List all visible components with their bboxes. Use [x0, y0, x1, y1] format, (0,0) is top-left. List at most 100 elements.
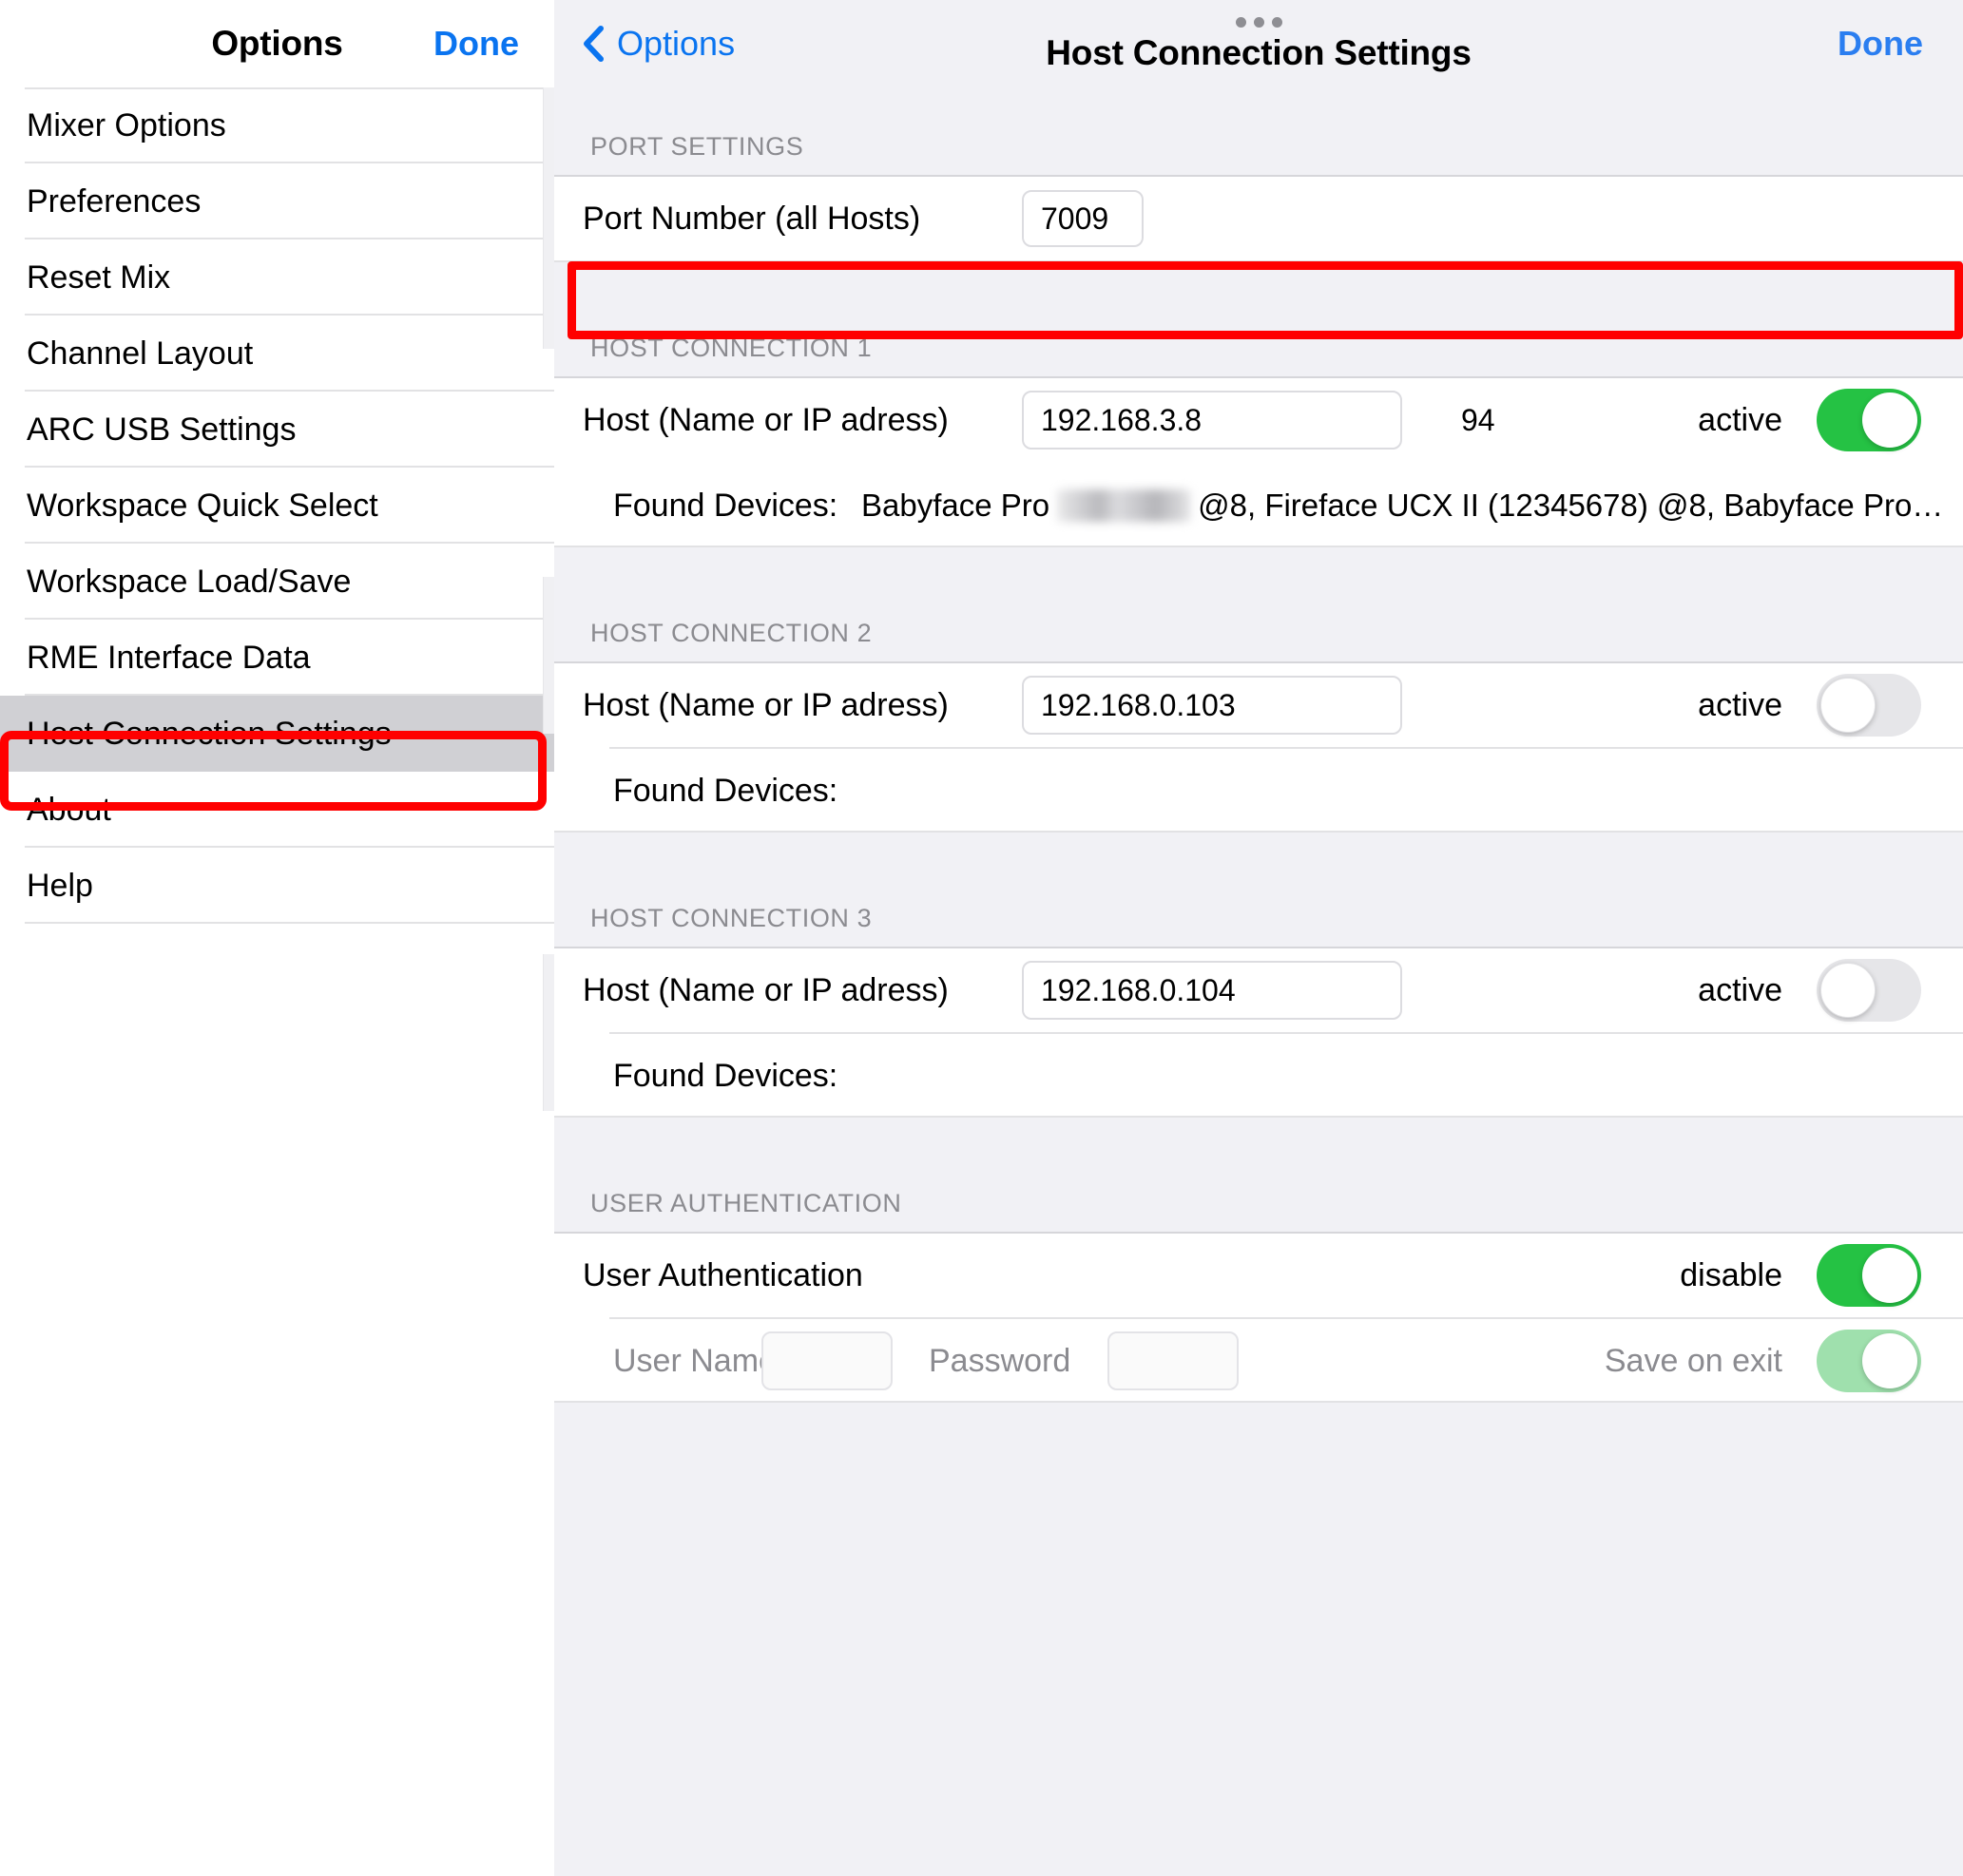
user-authentication-toggle[interactable]	[1817, 1244, 1921, 1307]
sidebar-item-about[interactable]: About	[0, 772, 554, 848]
found-devices-3-label: Found Devices:	[613, 1057, 838, 1094]
save-on-exit-toggle[interactable]	[1817, 1330, 1921, 1392]
sidebar-item-reset-mix[interactable]: Reset Mix	[0, 239, 554, 316]
toggle-knob	[1862, 392, 1917, 448]
row-host-3: Host (Name or IP adress) 192.168.0.104 a…	[554, 947, 1963, 1034]
redacted-serial	[1057, 489, 1191, 522]
found-devices-1-prefix: Babyface Pro	[861, 488, 1050, 523]
sidebar-done-button[interactable]: Done	[433, 24, 519, 64]
main-done-button[interactable]: Done	[1838, 24, 1923, 64]
divider	[554, 1116, 1963, 1118]
toggle-knob	[1820, 963, 1876, 1018]
toggle-knob	[1862, 1248, 1917, 1303]
sidebar-item-label: Host Connection Settings	[27, 715, 392, 752]
host-connection-settings-panel: Options Host Connection Settings Done PO…	[554, 0, 1963, 1876]
section-header-host-connection-1: HOST CONNECTION 1	[554, 262, 1963, 376]
sidebar-scroll-indicator[interactable]	[543, 577, 554, 734]
sidebar-item-label: RME Interface Data	[27, 639, 311, 676]
sidebar-header: Options Done	[0, 0, 554, 87]
host-3-active-toggle[interactable]	[1817, 959, 1921, 1022]
sidebar-item-label: Mixer Options	[27, 106, 226, 144]
save-on-exit-label: Save on exit	[1604, 1342, 1782, 1379]
section-header-host-connection-3: HOST CONNECTION 3	[554, 833, 1963, 947]
sidebar-item-arc-usb-settings[interactable]: ARC USB Settings	[0, 392, 554, 468]
divider	[554, 546, 1963, 547]
sidebar-item-label: Help	[27, 867, 93, 904]
sidebar-item-help[interactable]: Help	[0, 848, 554, 924]
divider	[554, 831, 1963, 833]
sidebar-item-host-connection-settings[interactable]: Host Connection Settings	[0, 696, 554, 772]
divider	[554, 661, 1963, 663]
sidebar-list: Mixer Options Preferences Reset Mix Chan…	[0, 87, 554, 924]
host-2-active-label: active	[1698, 686, 1782, 723]
sidebar-item-channel-layout[interactable]: Channel Layout	[0, 316, 554, 392]
row-credentials: User Name Password Save on exit	[554, 1319, 1963, 1403]
app-root: Options Done Mixer Options Preferences R…	[0, 0, 1963, 1876]
host-3-active-label: active	[1698, 971, 1782, 1008]
grabber-dot	[1235, 16, 1246, 28]
row-found-devices-3: Found Devices:	[554, 1034, 1963, 1118]
sidebar-item-workspace-load-save[interactable]: Workspace Load/Save	[0, 544, 554, 620]
found-devices-1-suffix: @8, Fireface UCX II (12345678) @8, Babyf…	[1198, 488, 1944, 523]
divider	[554, 947, 1963, 948]
grabber-dots-icon[interactable]	[1235, 16, 1282, 28]
row-found-devices-2: Found Devices:	[554, 749, 1963, 833]
password-input[interactable]	[1107, 1331, 1239, 1390]
main-header: Options Host Connection Settings Done	[554, 0, 1963, 87]
options-sidebar: Options Done Mixer Options Preferences R…	[0, 0, 554, 1876]
divider	[554, 260, 1963, 262]
divider	[554, 1401, 1963, 1403]
port-number-label: Port Number (all Hosts)	[583, 200, 921, 237]
section-header-port-settings: PORT SETTINGS	[554, 87, 1963, 175]
found-devices-2-label: Found Devices:	[613, 772, 838, 809]
sidebar-item-label: Reset Mix	[27, 258, 171, 296]
sidebar-item-label: Preferences	[27, 182, 202, 220]
host-3-input[interactable]: 192.168.0.104	[1022, 961, 1402, 1020]
host-2-label: Host (Name or IP adress)	[583, 686, 949, 723]
password-label: Password	[929, 1342, 1071, 1379]
row-host-1: Host (Name or IP adress) 192.168.3.8 94 …	[554, 376, 1963, 464]
sidebar-item-label: Workspace Quick Select	[27, 487, 378, 524]
sidebar-item-label: Channel Layout	[27, 335, 254, 372]
host-1-active-toggle[interactable]	[1817, 389, 1921, 451]
row-found-devices-1: Found Devices: Babyface Pro @8, Fireface …	[554, 464, 1963, 547]
section-header-host-connection-2: HOST CONNECTION 2	[554, 547, 1963, 661]
host-1-input[interactable]: 192.168.3.8	[1022, 391, 1402, 450]
host-1-active-label: active	[1698, 401, 1782, 438]
sidebar-item-workspace-quick-select[interactable]: Workspace Quick Select	[0, 468, 554, 544]
found-devices-1-label: Found Devices:	[613, 487, 838, 524]
found-devices-1-value: Babyface Pro @8, Fireface UCX II (1234567…	[861, 488, 1943, 524]
grabber-dot	[1271, 16, 1282, 28]
sidebar-item-preferences[interactable]: Preferences	[0, 163, 554, 239]
toggle-knob	[1862, 1333, 1917, 1388]
sidebar-item-mixer-options[interactable]: Mixer Options	[0, 87, 554, 163]
sidebar-scroll-indicator[interactable]	[543, 954, 554, 1111]
host-1-extra-number: 94	[1461, 402, 1495, 437]
sidebar-item-label: About	[27, 791, 111, 828]
divider	[554, 376, 1963, 378]
host-1-label: Host (Name or IP adress)	[583, 401, 949, 438]
sidebar-item-label: Workspace Load/Save	[27, 563, 352, 600]
sidebar-item-rme-interface-data[interactable]: RME Interface Data	[0, 620, 554, 696]
username-input[interactable]	[761, 1331, 893, 1390]
row-user-authentication: User Authentication disable	[554, 1232, 1963, 1319]
section-header-user-authentication: USER AUTHENTICATION	[554, 1118, 1963, 1232]
toggle-knob	[1820, 678, 1876, 733]
sidebar-item-label: ARC USB Settings	[27, 411, 297, 448]
user-authentication-state-label: disable	[1680, 1256, 1782, 1293]
port-number-input[interactable]: 7009	[1022, 190, 1144, 247]
grabber-dot	[1253, 16, 1264, 28]
host-3-label: Host (Name or IP adress)	[583, 971, 949, 1008]
divider	[554, 1232, 1963, 1234]
username-label: User Name	[613, 1342, 777, 1379]
host-2-active-toggle[interactable]	[1817, 674, 1921, 737]
divider	[25, 922, 554, 924]
row-host-2: Host (Name or IP adress) 192.168.0.103 a…	[554, 661, 1963, 749]
main-title-wrap: Host Connection Settings	[554, 0, 1963, 87]
page-title: Host Connection Settings	[1046, 32, 1472, 72]
host-2-input[interactable]: 192.168.0.103	[1022, 676, 1402, 735]
sidebar-scroll-indicator[interactable]	[543, 87, 554, 349]
user-authentication-label: User Authentication	[583, 1256, 863, 1293]
sidebar-title: Options	[211, 24, 343, 63]
row-port-number: Port Number (all Hosts) 7009	[554, 175, 1963, 262]
